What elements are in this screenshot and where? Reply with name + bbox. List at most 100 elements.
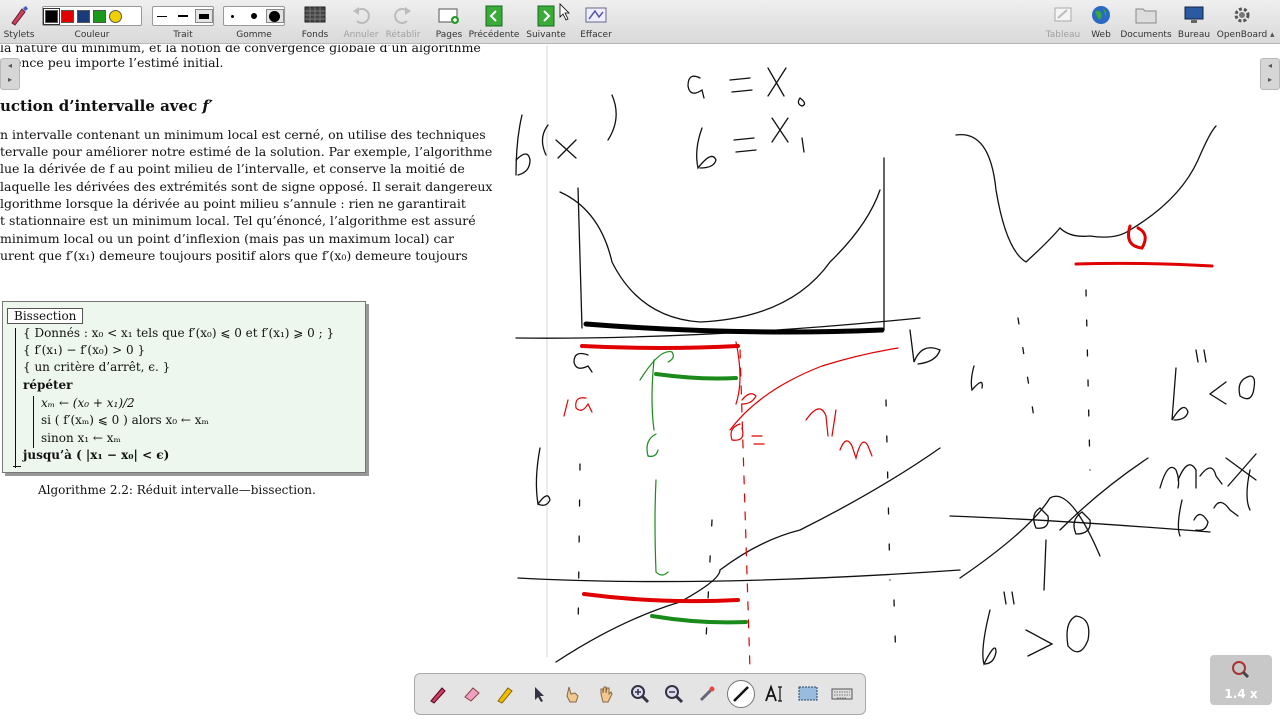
line-width-group [152, 6, 214, 26]
eraser-medium-option[interactable] [245, 9, 263, 23]
ink-stroke [955, 125, 1217, 263]
fonds-button[interactable]: Fonds [298, 0, 332, 44]
ink-stroke [1043, 539, 1047, 591]
pen-tool[interactable] [424, 680, 452, 708]
algorithm-bar [15, 328, 16, 468]
color-palette [42, 6, 142, 26]
annuler-button[interactable]: Annuler [342, 0, 380, 44]
capture-tool[interactable] [794, 680, 822, 708]
folder-icon [1135, 5, 1157, 28]
stylets-button[interactable]: Stylets [2, 0, 36, 44]
ink-stroke [885, 399, 891, 581]
ink-stroke [1074, 261, 1214, 268]
ink-stroke [573, 352, 593, 373]
line-thick-option[interactable] [194, 9, 213, 23]
doc-para-line: n intervalle contenant un minimum local … [0, 127, 486, 142]
zoom-out-tool[interactable] [660, 680, 688, 708]
ink-stroke [515, 317, 921, 339]
ink-stroke [733, 137, 757, 153]
ink-stroke [577, 187, 583, 329]
hand-tool[interactable] [592, 680, 620, 708]
ink-stroke [909, 329, 941, 365]
ink-stroke [646, 433, 659, 457]
laser-pointer-tool[interactable] [693, 680, 721, 708]
suivante-button[interactable]: Suivante [522, 0, 570, 44]
doc-line-2: rgence peu importe l’estimé initial. [0, 55, 224, 70]
doc-para-line: t stationnaire est un minimum local. Tel… [0, 213, 476, 228]
line-tool[interactable] [727, 680, 756, 708]
ink-stroke [651, 359, 655, 431]
algorithm-caption: Algorithme 2.2: Réduit intervalle—bissec… [38, 483, 316, 497]
add-page-icon [438, 5, 460, 28]
trait-label: Trait [173, 30, 193, 40]
screen-capture-icon [798, 686, 818, 701]
algorithm-title: Bissection [7, 308, 84, 324]
doc-line-1: la nature du minimum, et la notion de co… [0, 45, 481, 55]
precedente-button[interactable]: Précédente [468, 0, 520, 44]
algorithm-line: répéter [23, 378, 73, 392]
ink-stroke [1085, 289, 1091, 471]
collapse-toolbar-icon[interactable]: ▴ [1270, 30, 1275, 40]
left-panel-handle[interactable]: ◂ ▸ [0, 58, 20, 90]
color-swatch-green[interactable] [93, 9, 106, 23]
color-swatch-black[interactable] [43, 7, 60, 25]
ink-stroke [771, 117, 789, 143]
eraser-small-option[interactable] [224, 9, 242, 23]
eraser-large-option[interactable] [265, 9, 284, 23]
ink-stroke [577, 463, 581, 641]
retablir-button[interactable]: Rétablir [384, 0, 422, 44]
line-icon [733, 686, 749, 702]
eraser-tool[interactable] [458, 680, 486, 708]
color-swatch-yellow[interactable] [109, 9, 122, 23]
documents-button[interactable]: Documents [1120, 0, 1172, 44]
ink-stroke [696, 127, 717, 170]
color-swatch-blue[interactable] [77, 9, 90, 23]
algorithm-line: { un critère d’arrêt, ϵ. } [23, 360, 171, 374]
line-medium-option[interactable] [174, 9, 192, 23]
right-panel-handle[interactable]: ◂ ▸ [1260, 58, 1280, 90]
pages-button[interactable]: Pages [432, 0, 466, 44]
doc-para-line: minimum local ou un point d’inflexion (m… [0, 231, 454, 246]
globe-icon [1091, 5, 1111, 28]
ink-stroke [730, 423, 765, 445]
line-thin-option[interactable] [153, 9, 171, 23]
ink-stroke [1033, 507, 1049, 529]
ink-stroke [1073, 511, 1091, 535]
selector-tool[interactable] [525, 680, 553, 708]
algorithm-line: si ( f′(xₘ) ⩽ 0 ) alors x₀ ← xₘ [41, 413, 209, 427]
ink-stroke [739, 349, 751, 671]
next-page-icon [536, 5, 556, 30]
top-toolbar: Stylets Couleur Trait Gomme Fonds Annule… [0, 0, 1280, 44]
openboard-button[interactable]: OpenBoard [1214, 0, 1270, 44]
ink-stroke [1208, 381, 1227, 405]
ink-stroke [705, 519, 713, 641]
text-tool[interactable] [761, 680, 789, 708]
pen-icon [430, 687, 446, 704]
tableau-button[interactable]: Tableau [1044, 0, 1082, 44]
doc-para-line: urent que f′(x₁) demeure toujours positi… [0, 248, 468, 263]
bureau-button[interactable]: Bureau [1176, 0, 1212, 44]
stylets-icon [8, 5, 30, 30]
ink-stroke [1017, 317, 1037, 431]
ink-stroke [650, 614, 748, 625]
laser-pointer-icon [700, 686, 715, 702]
doc-para-line: laquelle les dérivées des extrémités son… [0, 179, 493, 194]
zoom-in-tool[interactable] [626, 680, 654, 708]
keyboard-tool[interactable] [828, 680, 856, 708]
board-icon [1053, 5, 1073, 28]
ink-stroke [1127, 224, 1147, 250]
zoom-indicator[interactable]: 1.4 x [1210, 655, 1272, 705]
algorithm-line: { Donnés : x₀ < x₁ tels que f′(x₀) ⩽ 0 e… [23, 326, 335, 340]
keyboard-icon [831, 688, 853, 700]
ink-stroke [1238, 375, 1256, 400]
color-swatch-red[interactable] [61, 9, 74, 23]
interact-tool[interactable] [559, 680, 587, 708]
effacer-button[interactable]: Effacer [578, 0, 614, 44]
algorithm-box: Bissection { Donnés : x₀ < x₁ tels que f… [2, 301, 366, 473]
clear-page-icon [585, 5, 607, 28]
ink-stroke [949, 515, 1211, 533]
algorithm-line: xₘ ← (x₀ + x₁)/2 [41, 396, 135, 410]
ink-stroke [687, 75, 705, 99]
highlighter-tool[interactable] [491, 680, 519, 708]
web-button[interactable]: Web [1086, 0, 1116, 44]
